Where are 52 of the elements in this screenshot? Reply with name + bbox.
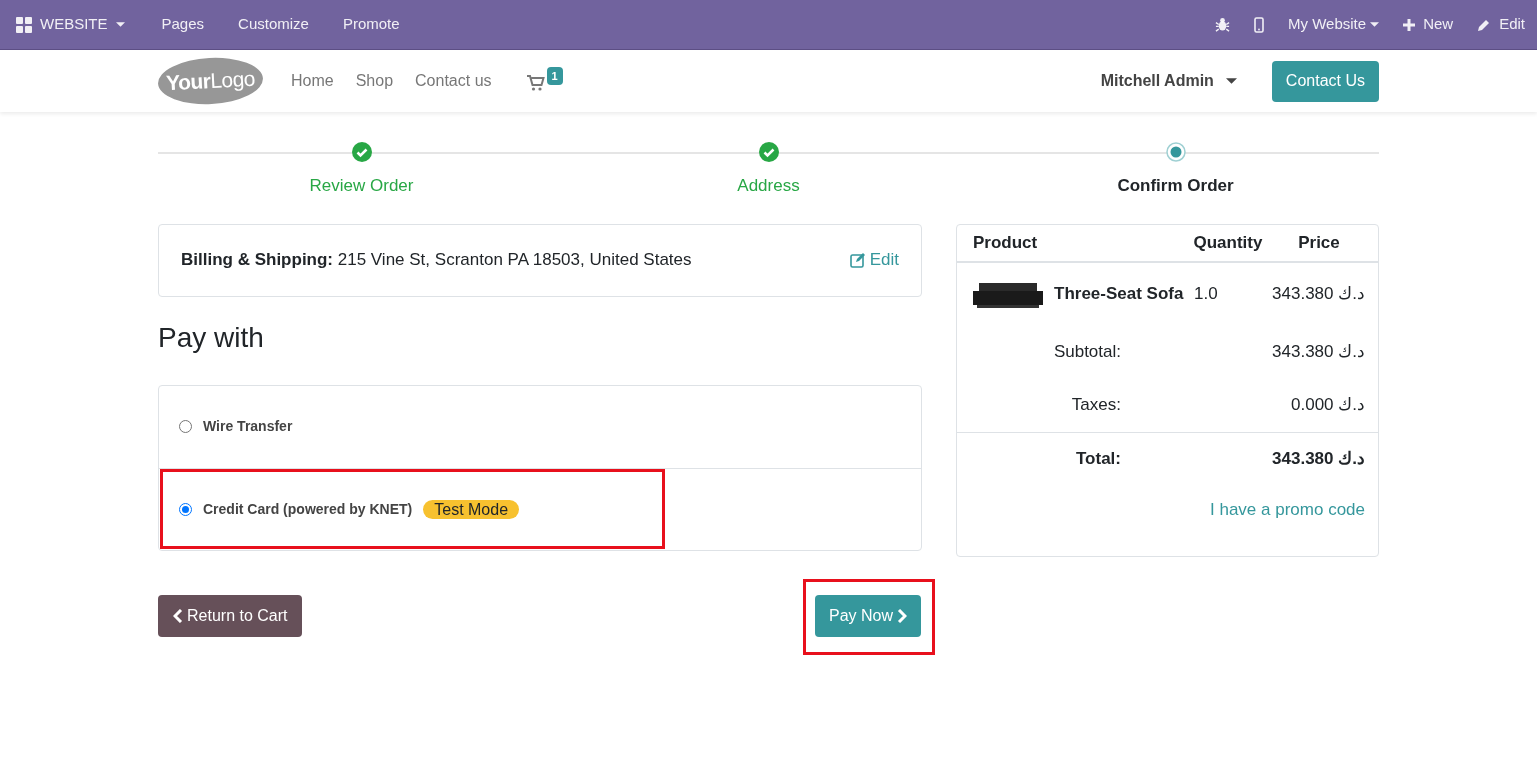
bug-icon xyxy=(1215,17,1231,32)
test-mode-badge: Test Mode xyxy=(423,499,520,519)
total-label: Taxes: xyxy=(1070,394,1121,417)
radio-button[interactable] xyxy=(179,420,192,433)
total-value: 343.380 د.ك xyxy=(1271,341,1365,364)
step-label: Confirm Order xyxy=(1117,175,1234,197)
website-menu-button[interactable]: My Website xyxy=(1276,0,1392,49)
section-title: Pay with xyxy=(158,320,265,355)
edit-button[interactable]: Edit xyxy=(1465,0,1537,49)
new-button[interactable]: New xyxy=(1391,0,1466,49)
pay-now-button[interactable]: Pay Now xyxy=(814,594,921,637)
nav-link[interactable]: Shop xyxy=(355,69,394,93)
product-name: Three-Seat Sofa xyxy=(1054,283,1184,306)
edit-link[interactable]: Edit xyxy=(849,247,899,273)
column-header: Product xyxy=(973,231,1039,254)
radio-button[interactable] xyxy=(179,502,192,516)
cart-icon xyxy=(526,75,545,91)
chevron-left-icon xyxy=(173,608,183,623)
price-cell-text: 343.380 د.ك xyxy=(1271,283,1365,306)
edit-icon xyxy=(849,252,866,268)
contact-us-button[interactable]: Contact Us xyxy=(1271,60,1379,102)
total-value: 343.380 د.ك xyxy=(1271,447,1365,470)
phone-icon xyxy=(1254,16,1265,33)
chevron-right-icon xyxy=(897,608,907,623)
payment-method-label[interactable]: Credit Card (powered by KNET) xyxy=(203,498,413,520)
nav-link[interactable]: Home xyxy=(291,69,334,93)
caret-icon xyxy=(1225,78,1237,84)
total-value: 0.000 د.ك xyxy=(1290,394,1365,417)
pencil-icon xyxy=(1477,17,1492,32)
nav-link[interactable]: Contact us xyxy=(415,69,492,93)
top-menu-item[interactable]: Customize xyxy=(221,0,326,49)
column-header: Quantity xyxy=(1193,231,1264,254)
grid-icon xyxy=(16,16,32,33)
caret-icon xyxy=(115,22,125,27)
payment-method-label[interactable]: Wire Transfer xyxy=(203,416,293,437)
step-label: Review Order xyxy=(309,175,414,197)
step-label: Address xyxy=(737,175,800,197)
billing-address: Billing & Shipping: 215 Vine St, Scranton PA 18503, United States xyxy=(181,249,693,272)
cart-count-badge: 1 xyxy=(546,67,563,85)
column-header: Price xyxy=(1298,231,1341,254)
plus-icon xyxy=(1403,18,1416,31)
user-menu[interactable]: Mitchell Admin xyxy=(1100,69,1237,93)
caret-icon xyxy=(1370,22,1380,27)
total-label: Subtotal: xyxy=(1052,341,1121,364)
top-menu-item[interactable]: Pages xyxy=(144,0,222,49)
app-menu-button[interactable]: WEBSITE xyxy=(0,0,145,49)
promo-code-link[interactable]: I have a promo code xyxy=(1210,496,1365,522)
top-menu-item[interactable]: Promote xyxy=(325,0,417,49)
return-to-cart-button[interactable]: Return to Cart xyxy=(158,594,303,637)
quantity-cell-text: 1.0 xyxy=(1194,283,1219,306)
total-label: Total: xyxy=(1075,447,1121,470)
logo[interactable]: YourLogo xyxy=(156,55,265,107)
